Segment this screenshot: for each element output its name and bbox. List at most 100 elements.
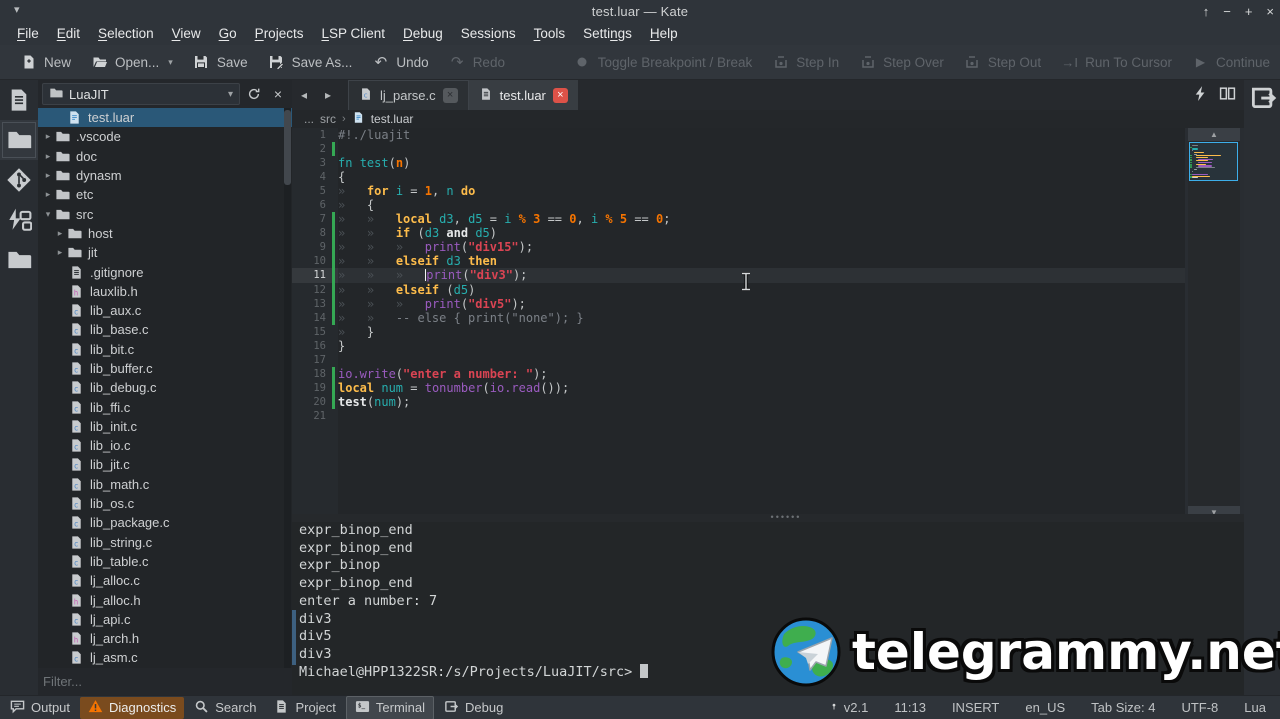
breadcrumb-ellipsis[interactable]: ...	[304, 112, 314, 126]
titlebar-caret-icon[interactable]: ▾	[14, 3, 20, 16]
menu-file[interactable]: File	[8, 24, 48, 43]
project-selector[interactable]: LuaJIT ▾	[42, 83, 240, 105]
chevron-down-icon[interactable]: ▾	[42, 209, 54, 220]
status-insert[interactable]: INSERT	[952, 700, 999, 715]
step-over-button[interactable]: Step Over	[849, 50, 954, 75]
chevron-right-icon[interactable]: ▸	[42, 131, 54, 142]
code-line-3[interactable]: fn test(n)	[338, 156, 1185, 170]
status-11-13[interactable]: 11:13	[894, 700, 926, 715]
tab-lj-parse-c[interactable]: c lj_parse.c ×	[348, 80, 469, 110]
tab-close-icon[interactable]: ×	[552, 87, 568, 103]
code-line-8[interactable]: » » if (d3 and d5)	[338, 226, 1185, 240]
tree-item-lib-debug-c[interactable]: c lib_debug.c	[38, 378, 292, 397]
new-button[interactable]: New	[10, 50, 81, 75]
terminal-prompt-line[interactable]: Michael@HPP1322SR:/s/Projects/LuaJIT/src…	[292, 663, 1244, 682]
tree-item-doc[interactable]: ▸ doc	[38, 147, 292, 166]
nav-forward-icon[interactable]: ▸	[316, 88, 340, 102]
code-line-4[interactable]: {	[338, 170, 1185, 184]
tree-item-lib-os-c[interactable]: c lib_os.c	[38, 494, 292, 513]
minimize-icon[interactable]: −	[1223, 4, 1231, 19]
code-line-19[interactable]: local num = tonumber(io.read());	[338, 381, 1185, 395]
tree-item-lib-ffi-c[interactable]: c lib_ffi.c	[38, 397, 292, 416]
minimap-viewport[interactable]	[1189, 142, 1238, 181]
breadcrumb-folder[interactable]: src	[320, 112, 336, 126]
status-en-us[interactable]: en_US	[1025, 700, 1065, 715]
tree-item-lib-table-c[interactable]: c lib_table.c	[38, 552, 292, 571]
save-as-button[interactable]: Save As...	[258, 50, 363, 75]
statusbar-debug-button[interactable]: Debug	[436, 697, 511, 719]
keep-above-icon[interactable]: ↑	[1203, 4, 1210, 19]
close-panel-button[interactable]: ×	[268, 84, 288, 104]
documents-icon[interactable]	[0, 80, 38, 120]
tree-item-lj-api-c[interactable]: c lj_api.c	[38, 610, 292, 629]
code-pane[interactable]: #!./luajit fn test(n){» for i = 1, n do» …	[338, 128, 1185, 519]
step-out-button[interactable]: Step Out	[954, 50, 1051, 75]
menu-debug[interactable]: Debug	[394, 24, 452, 43]
tree-item-host[interactable]: ▸ host	[38, 224, 292, 243]
menu-edit[interactable]: Edit	[48, 24, 89, 43]
chevron-right-icon[interactable]: ▸	[54, 247, 66, 258]
tree-item-dynasm[interactable]: ▸ dynasm	[38, 166, 292, 185]
code-line-1[interactable]: #!./luajit	[338, 128, 1185, 142]
maximize-icon[interactable]: +	[1245, 4, 1253, 19]
statusbar-search-button[interactable]: Search	[186, 697, 264, 719]
tree-item-lib-bit-c[interactable]: c lib_bit.c	[38, 340, 292, 359]
code-line-18[interactable]: io.write("enter a number: ");	[338, 367, 1185, 381]
menu-selection[interactable]: Selection	[89, 24, 163, 43]
code-line-17[interactable]	[338, 353, 1185, 367]
code-line-14[interactable]: » » -- else { print("none"); }	[338, 311, 1185, 325]
menu-tools[interactable]: Tools	[525, 24, 575, 43]
code-line-12[interactable]: » » elseif (d5)	[338, 283, 1185, 297]
tree-item-lj-alloc-h[interactable]: h lj_alloc.h	[38, 590, 292, 609]
tree-item-lib-base-c[interactable]: c lib_base.c	[38, 320, 292, 339]
tree-item-lib-package-c[interactable]: c lib_package.c	[38, 513, 292, 532]
code-line-16[interactable]: }	[338, 339, 1185, 353]
horizontal-splitter[interactable]: ••••••	[292, 513, 1280, 522]
code-line-6[interactable]: » {	[338, 198, 1185, 212]
close-icon[interactable]: ×	[1266, 4, 1274, 19]
tab-close-icon[interactable]: ×	[442, 88, 458, 103]
refresh-button[interactable]	[244, 84, 264, 104]
code-line-11[interactable]: » » » print("div3");	[338, 268, 1185, 283]
code-line-9[interactable]: » » » print("div15");	[338, 240, 1185, 254]
tree-item--vscode[interactable]: ▸ .vscode	[38, 127, 292, 146]
tree-item-src[interactable]: ▾ src	[38, 204, 292, 223]
code-line-2[interactable]	[338, 142, 1185, 156]
tree-item-lj-arch-h[interactable]: h lj_arch.h	[38, 629, 292, 648]
statusbar-project-button[interactable]: Project	[266, 697, 343, 719]
undo-button[interactable]: ↶ Undo	[362, 50, 438, 75]
tree-item-lib-jit-c[interactable]: c lib_jit.c	[38, 455, 292, 474]
open-button[interactable]: Open... ▾	[81, 50, 183, 75]
tree-scrollbar[interactable]	[284, 108, 291, 668]
filter-input[interactable]	[43, 674, 283, 689]
menu-lsp-client[interactable]: LSP Client	[312, 24, 394, 43]
tree-item-etc[interactable]: ▸ etc	[38, 185, 292, 204]
code-line-21[interactable]	[338, 409, 1185, 423]
tree-item-lib-aux-c[interactable]: c lib_aux.c	[38, 301, 292, 320]
menu-view[interactable]: View	[163, 24, 210, 43]
run-to-cursor-button[interactable]: →I Run To Cursor	[1051, 50, 1182, 75]
continue-button[interactable]: ▶ Continue	[1182, 50, 1280, 75]
toggle-breakpoint-break-button[interactable]: Toggle Breakpoint / Break	[564, 50, 763, 75]
tree-item-lib-buffer-c[interactable]: c lib_buffer.c	[38, 359, 292, 378]
statusbar-output-button[interactable]: Output	[2, 697, 78, 719]
chevron-right-icon[interactable]: ▸	[42, 189, 54, 200]
menu-settings[interactable]: Settings	[574, 24, 641, 43]
chevron-right-icon[interactable]: ▸	[42, 151, 54, 162]
lsp-symbols-icon[interactable]	[0, 200, 38, 240]
minimap-up-icon[interactable]: ▲	[1188, 128, 1240, 141]
tree-item-lj-alloc-c[interactable]: c lj_alloc.c	[38, 571, 292, 590]
tree-item-lj-asm-c[interactable]: c lj_asm.c	[38, 648, 292, 667]
menu-sessions[interactable]: Sessions	[452, 24, 525, 43]
terminal-panel[interactable]: expr_binop_end expr_binop_end expr_binop ex…	[292, 522, 1244, 695]
chevron-down-icon[interactable]: ▾	[168, 57, 173, 68]
breadcrumb-file[interactable]: test.luar	[371, 112, 414, 126]
projects-folder-icon[interactable]	[0, 240, 38, 280]
tree-item-lauxlib-h[interactable]: h lauxlib.h	[38, 282, 292, 301]
chevron-right-icon[interactable]: ▸	[42, 170, 54, 181]
code-line-10[interactable]: » » elseif d3 then	[338, 254, 1185, 268]
step-in-button[interactable]: Step In	[762, 50, 849, 75]
split-view-icon[interactable]	[1219, 85, 1236, 107]
tree-item-lib-math-c[interactable]: c lib_math.c	[38, 475, 292, 494]
status-v2-1[interactable]: v2.1	[829, 700, 868, 715]
